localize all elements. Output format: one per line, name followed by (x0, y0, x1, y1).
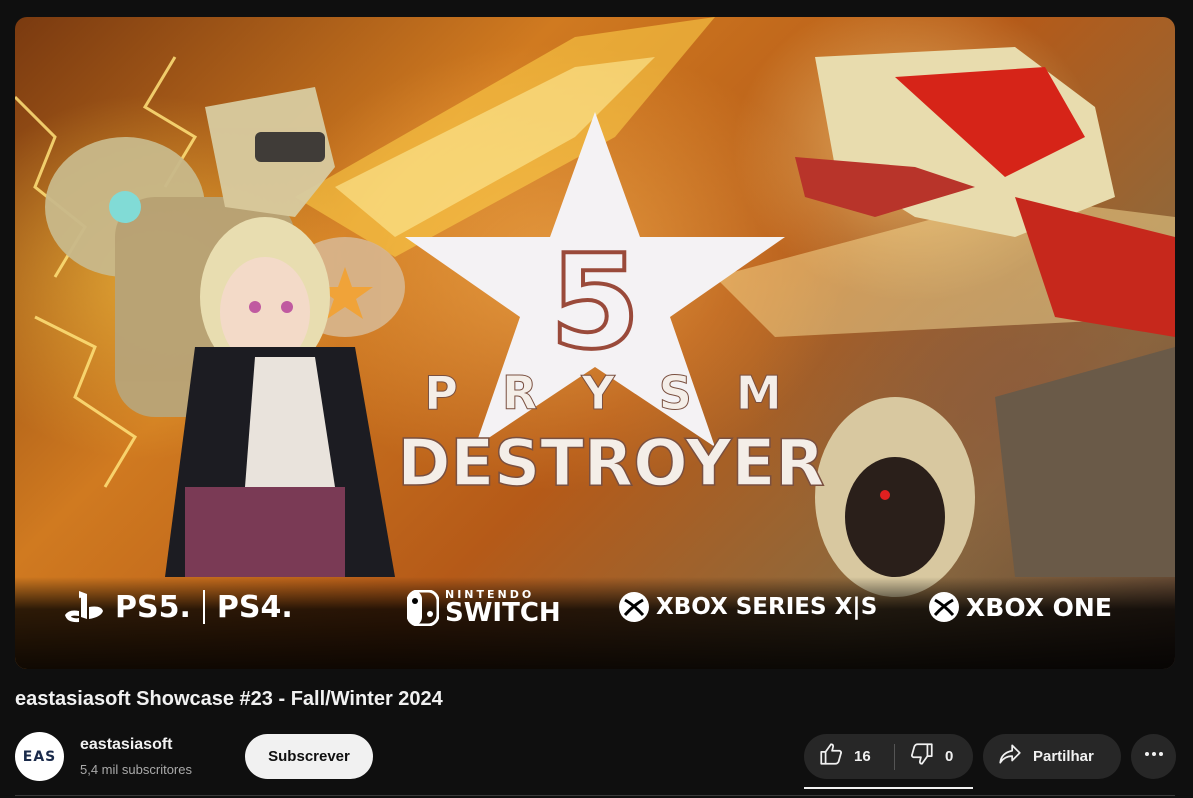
channel-name[interactable]: eastasiasoft (80, 736, 173, 754)
subscribe-button[interactable]: Subscrever (245, 734, 373, 779)
dislike-count: 0 (945, 748, 954, 765)
thumbs-up-icon (818, 741, 844, 772)
share-label: Partilhar (1033, 748, 1094, 765)
avatar-text: EAS (22, 748, 57, 765)
platform-xbox-series: XBOX SERIES X|S (618, 591, 877, 623)
playstation-icon (61, 589, 109, 625)
share-button[interactable]: Partilhar (983, 734, 1121, 779)
like-underline (804, 787, 973, 789)
platform-ps5: PS5. PS4. (61, 589, 293, 625)
like-dislike-group: 16 0 (804, 734, 973, 779)
platform-ps4: PS4. (216, 589, 293, 625)
thumbs-down-icon (909, 741, 935, 772)
xbox-icon (618, 591, 650, 623)
xbox-icon (928, 591, 960, 623)
logo-word-prysm: P R Y S M (424, 366, 795, 420)
dislike-button[interactable]: 0 (895, 734, 973, 779)
more-actions-button[interactable] (1131, 734, 1176, 779)
video-player[interactable]: 5 P R Y S M DESTROYER PS5. PS4. NINTENDO… (15, 17, 1175, 669)
logo-word-destroyer: DESTROYER (397, 427, 824, 501)
platform-divider (202, 590, 205, 624)
video-title: eastasiasoft Showcase #23 - Fall/Winter … (15, 688, 443, 710)
channel-avatar[interactable]: EAS (15, 732, 64, 781)
subscriber-count: 5,4 mil subscritores (80, 762, 192, 777)
thumbnail-artwork: 5 P R Y S M DESTROYER (15, 17, 1175, 597)
like-count: 16 (854, 748, 871, 765)
share-arrow-icon (997, 741, 1023, 772)
platform-switch: NINTENDO SWITCH (407, 589, 561, 626)
hooded-character (815, 347, 1175, 597)
switch-icon (407, 589, 439, 626)
like-button[interactable]: 16 (804, 734, 894, 779)
more-dots-icon (1142, 742, 1166, 771)
platform-xbox-one: XBOX ONE (928, 591, 1112, 623)
divider (15, 795, 1175, 796)
logo-number: 5 (550, 226, 640, 378)
